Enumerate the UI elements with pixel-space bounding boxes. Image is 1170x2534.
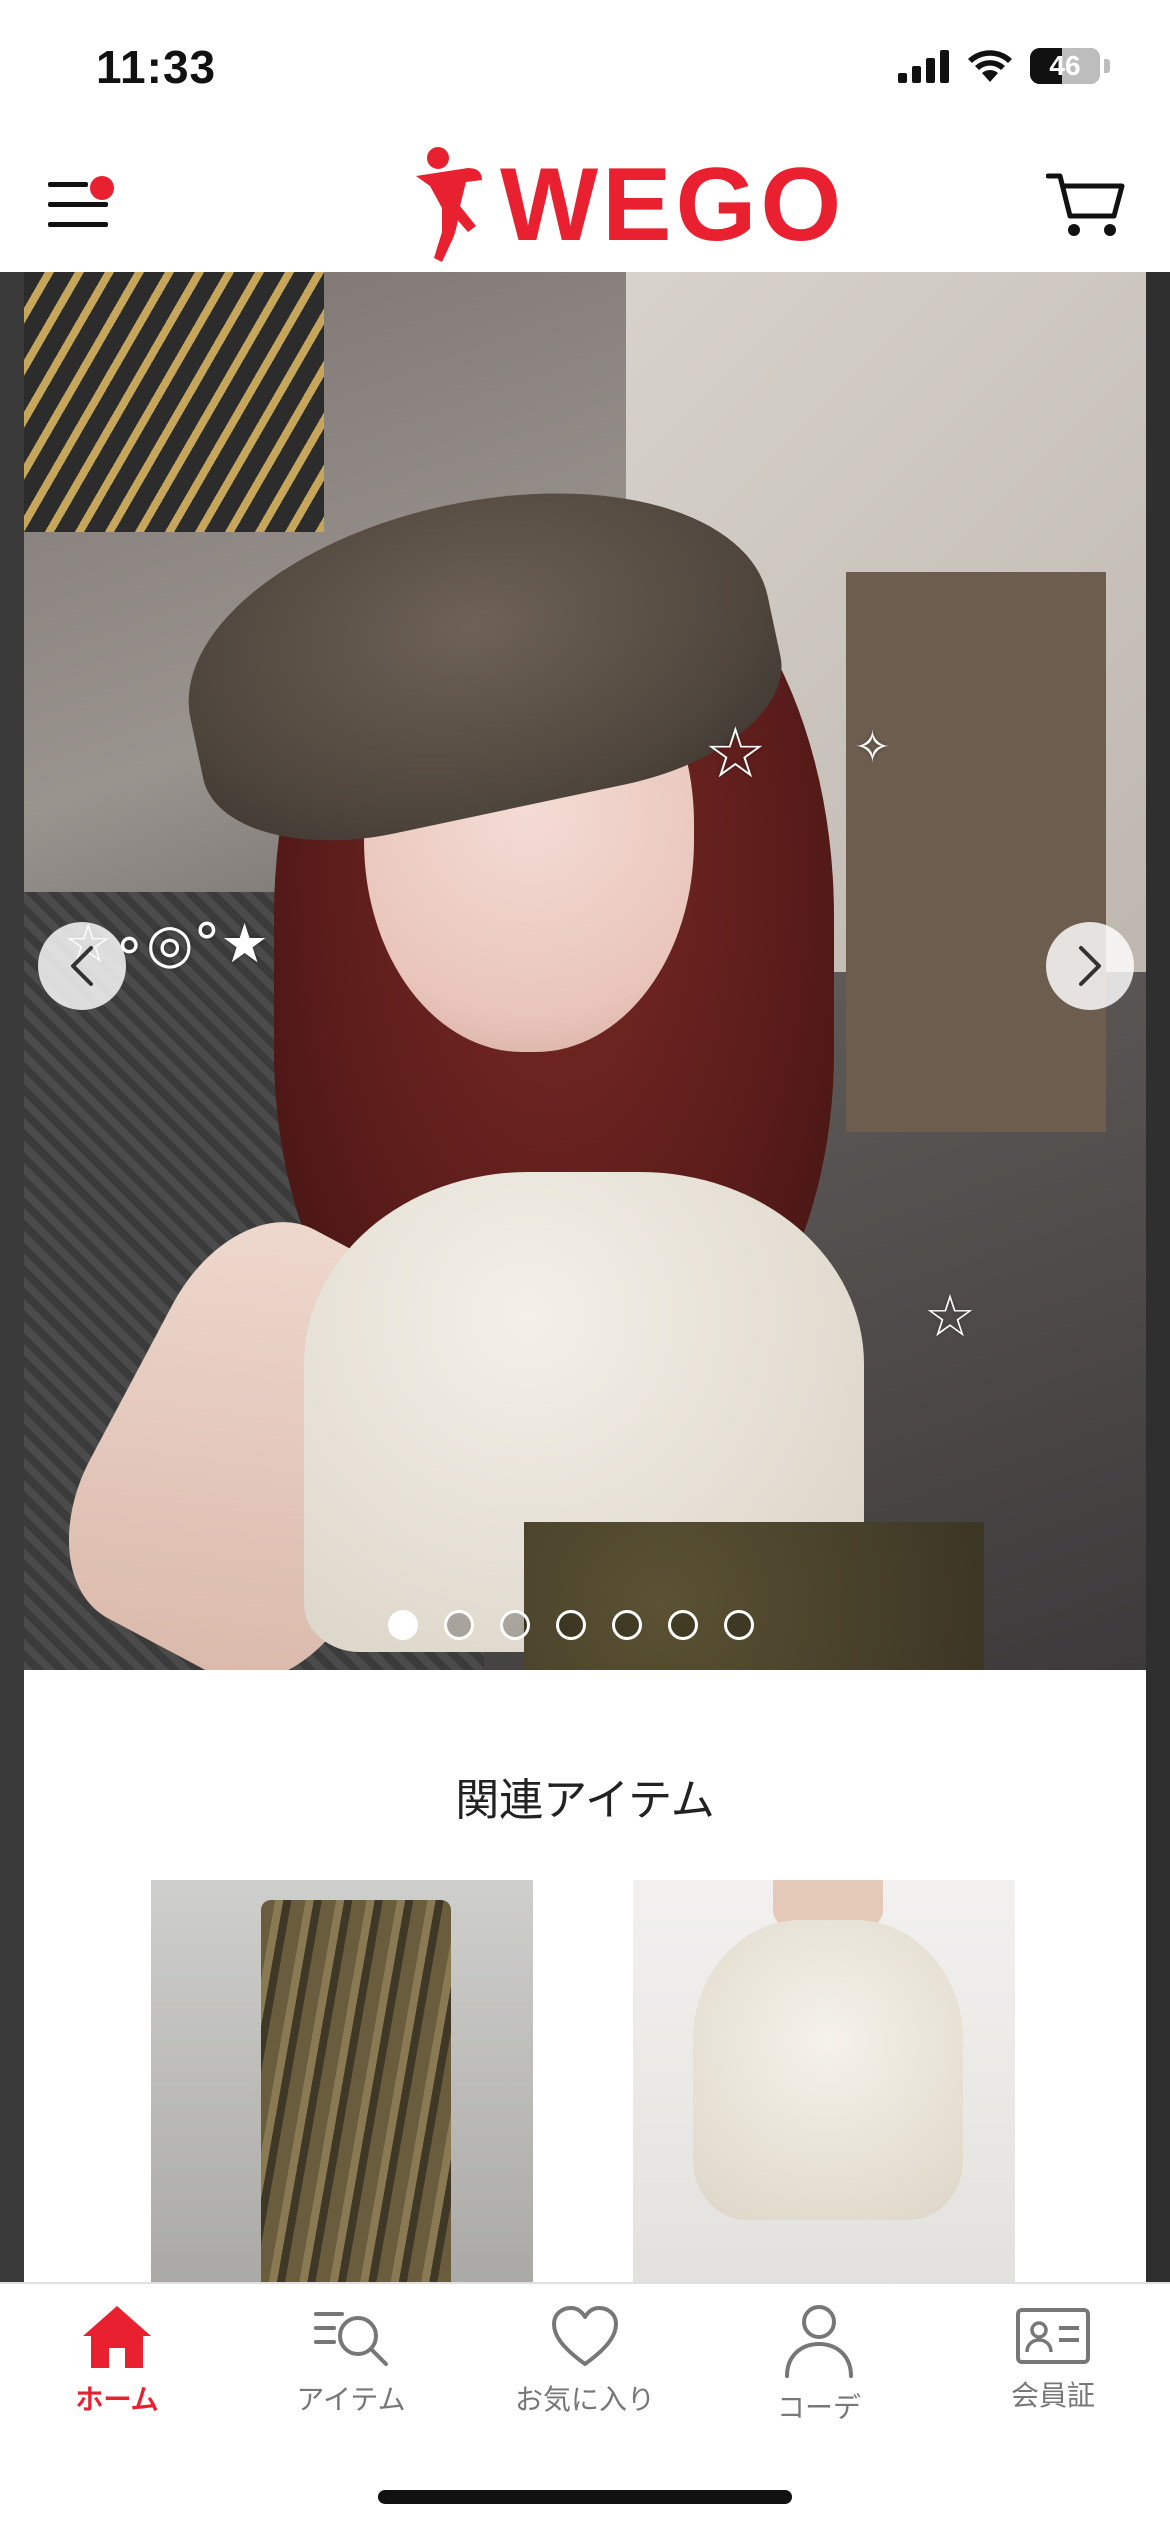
status-time: 11:33	[96, 41, 217, 93]
heart-icon	[552, 2306, 618, 2366]
status-bar: 11:33 46	[0, 0, 1170, 140]
star-sticker-icon: ☆	[704, 712, 767, 794]
product-image	[693, 1920, 963, 2220]
hero-bg-panel	[846, 572, 1106, 1132]
cellular-signal-icon	[898, 50, 949, 83]
wego-logo[interactable]: WEGO	[408, 146, 845, 264]
tab-items[interactable]: アイテム	[234, 2304, 468, 2454]
carousel-dot[interactable]	[556, 1610, 586, 1640]
member-card-icon	[1016, 2308, 1090, 2364]
tab-label: お気に入り	[514, 2383, 655, 2416]
menu-icon-line	[48, 222, 108, 227]
next-card-peek	[1146, 272, 1170, 2282]
carousel-prev-button[interactable]	[38, 922, 126, 1010]
status-icons: 46	[898, 48, 1110, 84]
menu-icon-line	[48, 202, 108, 207]
tab-favorites[interactable]: お気に入り	[468, 2304, 702, 2454]
related-item-pants[interactable]	[151, 1880, 533, 2282]
cart-icon	[1045, 173, 1125, 236]
carousel-dot[interactable]	[500, 1610, 530, 1640]
wifi-icon	[968, 50, 1012, 82]
item-search-icon	[314, 2312, 388, 2366]
cart-button[interactable]	[1045, 170, 1126, 240]
logo-figure-icon	[416, 147, 482, 262]
related-items-list	[151, 1880, 1021, 2282]
carousel-next-button[interactable]	[1046, 922, 1134, 1010]
star-sticker-icon: ☆	[924, 1282, 976, 1350]
tab-home[interactable]: ホーム	[0, 2304, 234, 2454]
battery-tip	[1104, 59, 1110, 73]
carousel-dot[interactable]	[724, 1610, 754, 1640]
home-icon	[83, 2306, 151, 2368]
person-icon	[785, 2305, 853, 2378]
related-item-tee[interactable]	[633, 1880, 1015, 2282]
related-items-title: 関連アイテム	[455, 1775, 715, 1826]
battery-icon: 46	[1030, 48, 1100, 84]
notification-badge	[90, 176, 114, 200]
tab-label: アイテム	[296, 2383, 406, 2416]
coordinate-card: ☆ ✧ ☆∘◎°★ ☆ 関連アイテム	[24, 272, 1146, 2282]
product-image	[261, 1900, 451, 2282]
menu-icon	[48, 182, 88, 187]
chevron-left-icon	[71, 946, 93, 986]
logo-text: WEGO	[500, 147, 846, 263]
home-indicator	[378, 2490, 792, 2504]
carousel-pagination	[388, 1610, 754, 1640]
tab-label: ホーム	[75, 2383, 159, 2416]
carousel-dot[interactable]	[444, 1610, 474, 1640]
app-header: WEGO	[0, 140, 1170, 274]
tab-label: 会員証	[1010, 2379, 1095, 2412]
carousel-dot[interactable]	[668, 1610, 698, 1640]
tab-label: コーデ	[776, 2391, 861, 2424]
hero-carousel[interactable]: ☆ ✧ ☆∘◎°★ ☆	[24, 272, 1146, 1670]
main-content: ☆ ✧ ☆∘◎°★ ☆ 関連アイテム	[0, 272, 1170, 2282]
sparkle-sticker-icon: ✧	[854, 722, 891, 773]
prev-card-peek	[0, 272, 24, 2282]
hero-bg-window	[24, 272, 324, 532]
tab-member[interactable]: 会員証	[936, 2304, 1170, 2454]
carousel-dot[interactable]	[388, 1610, 418, 1640]
tab-coordinate[interactable]: コーデ	[702, 2304, 936, 2454]
battery-level: 46	[1049, 50, 1081, 81]
model-pants	[524, 1522, 984, 1670]
carousel-dot[interactable]	[612, 1610, 642, 1640]
chevron-right-icon	[1079, 946, 1101, 986]
menu-button[interactable]	[48, 174, 118, 234]
